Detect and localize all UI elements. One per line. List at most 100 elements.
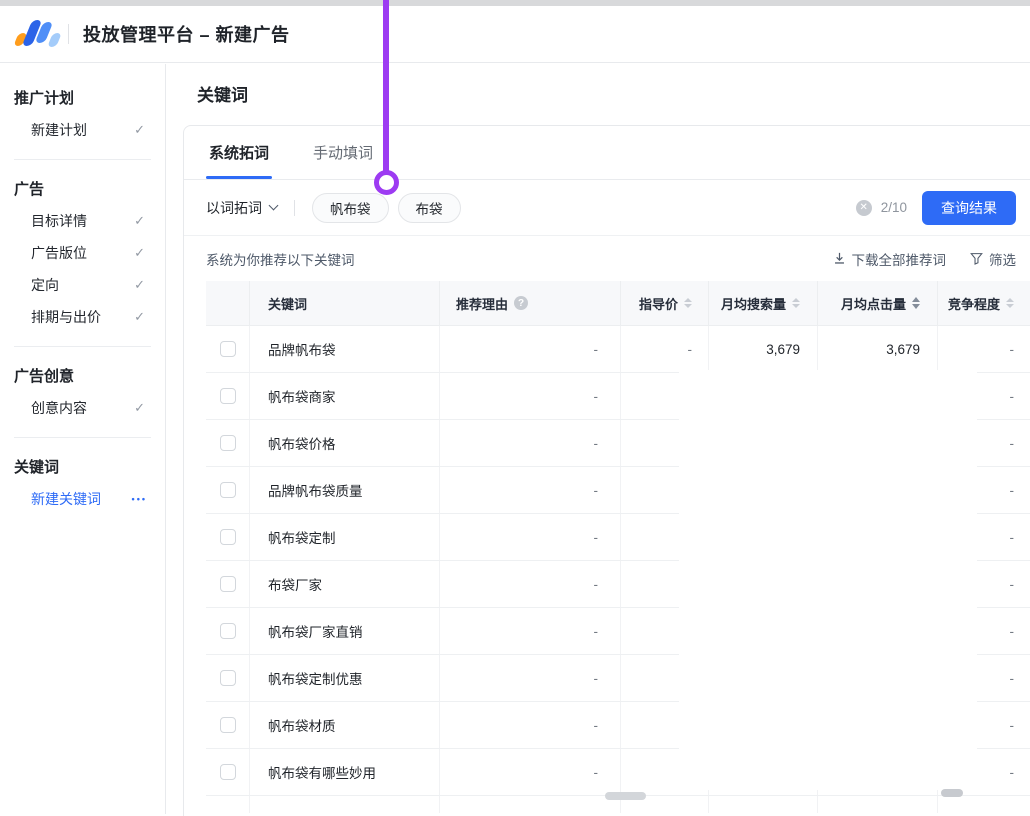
row-checkbox[interactable]	[220, 388, 236, 404]
more-dots-icon[interactable]: •••	[132, 494, 147, 504]
checkbox-cell	[206, 608, 250, 654]
sidebar-item-label: 目标详情	[31, 211, 87, 231]
row-checkbox[interactable]	[220, 717, 236, 733]
column-reason: 推荐理由 ?	[440, 281, 621, 325]
keyword-cell: 布袋厂家	[250, 561, 440, 607]
row-checkbox[interactable]	[220, 764, 236, 780]
sidebar-section-ad-creative: 广告创意	[14, 362, 151, 392]
keyword-cell: 帆布袋定制优惠	[250, 655, 440, 701]
header-divider	[68, 24, 69, 44]
download-all-link[interactable]: 下载全部推荐词	[833, 249, 947, 269]
sidebar-item-target-details[interactable]: 目标详情 ✓	[14, 205, 151, 237]
sidebar-item-new-keyword[interactable]: 新建关键词 •••	[14, 483, 151, 515]
expand-mode-label: 以词拓词	[206, 198, 262, 218]
sort-icon[interactable]	[684, 298, 692, 308]
filter-link[interactable]: 筛选	[970, 249, 1016, 269]
keyword-cell: 帆布袋厂家直销	[250, 608, 440, 654]
column-reason-label: 推荐理由	[456, 294, 508, 313]
checkbox-cell	[206, 702, 250, 748]
keyword-cell: 帆布袋价格	[250, 420, 440, 466]
table-header-row: 关键词 推荐理由 ? 指导价 月均搜索量 月均点击量 竞争程度	[206, 281, 1030, 326]
keyword-cell: 帆布袋材质	[250, 702, 440, 748]
reason-cell: -	[440, 373, 621, 419]
horizontal-scrollbar-thumb[interactable]	[605, 792, 646, 800]
help-icon[interactable]: ?	[514, 296, 528, 310]
row-checkbox[interactable]	[220, 670, 236, 686]
sidebar-item-schedule-bid[interactable]: 排期与出价 ✓	[14, 301, 151, 333]
reason-cell: -	[440, 702, 621, 748]
reason-cell: -	[440, 561, 621, 607]
reason-cell: -	[440, 514, 621, 560]
check-icon: ✓	[134, 122, 145, 138]
download-icon	[833, 252, 846, 265]
sidebar-item-label: 新建关键词	[31, 489, 101, 509]
app-header: 投放管理平台 – 新建广告	[0, 6, 1030, 63]
keyword-cell: 帆布袋商家	[250, 373, 440, 419]
checkbox-cell	[206, 373, 250, 419]
toolbar-divider	[294, 200, 295, 216]
sidebar-item-targeting[interactable]: 定向 ✓	[14, 269, 151, 301]
chevron-down-icon	[269, 201, 279, 211]
download-label: 下载全部推荐词	[852, 249, 947, 269]
sidebar-item-label: 定向	[31, 275, 59, 295]
checkbox-cell	[206, 514, 250, 560]
row-checkbox[interactable]	[220, 623, 236, 639]
checkbox-cell	[206, 467, 250, 513]
sidebar-item-ad-placement[interactable]: 广告版位 ✓	[14, 237, 151, 269]
reason-cell: -	[440, 326, 621, 372]
query-results-button[interactable]: 查询结果	[922, 191, 1016, 225]
sidebar-item-new-plan[interactable]: 新建计划 ✓	[14, 114, 151, 146]
check-icon: ✓	[134, 309, 145, 325]
keyword-tag-cloth-bag[interactable]: 布袋	[398, 193, 461, 223]
row-checkbox[interactable]	[220, 341, 236, 357]
filter-label: 筛选	[989, 249, 1016, 269]
expand-mode-dropdown[interactable]: 以词拓词	[206, 198, 277, 218]
keyword-tag-canvas-bag[interactable]: 帆布袋	[312, 193, 389, 223]
funnel-icon	[970, 252, 983, 265]
tag-usage-count: 2/10	[881, 200, 907, 215]
checkbox-cell	[206, 326, 250, 372]
tab-manual-fill[interactable]: 手动填词	[310, 142, 376, 179]
sidebar-section-promotion-plan: 推广计划	[14, 84, 151, 114]
keyword-cell: 品牌帆布袋	[250, 326, 440, 372]
sidebar-item-label: 广告版位	[31, 243, 87, 263]
tab-system-expand[interactable]: 系统拓词	[206, 142, 272, 179]
sidebar-item-label: 排期与出价	[31, 307, 101, 327]
sidebar-divider	[14, 346, 151, 347]
column-monthly-search: 月均搜索量	[709, 281, 818, 325]
row-checkbox[interactable]	[220, 482, 236, 498]
sort-icon[interactable]	[1006, 298, 1014, 308]
annotation-pointer-line	[383, 0, 389, 172]
sort-icon[interactable]	[792, 298, 800, 308]
sidebar-item-label: 新建计划	[31, 120, 87, 140]
sidebar-divider	[14, 159, 151, 160]
check-icon: ✓	[134, 400, 145, 416]
sort-icon-active[interactable]	[912, 297, 920, 309]
row-checkbox[interactable]	[220, 435, 236, 451]
keyword-cell: 帆布袋有哪些妙用	[250, 749, 440, 795]
keyword-cell: 帆布袋定制	[250, 514, 440, 560]
column-competition-label: 竞争程度	[948, 294, 1000, 313]
sidebar-item-label: 创意内容	[31, 398, 87, 418]
reason-cell: -	[440, 655, 621, 701]
row-checkbox[interactable]	[220, 576, 236, 592]
sidebar-section-ad: 广告	[14, 175, 151, 205]
reason-cell: -	[440, 749, 621, 795]
clear-all-icon[interactable]: ✕	[856, 200, 872, 216]
checkbox-cell	[206, 420, 250, 466]
app-logo-icon	[14, 20, 60, 48]
keyword-toolbar: 以词拓词 帆布袋 布袋 ✕ 2/10 查询结果	[184, 180, 1030, 236]
keyword-cell: 品牌帆布袋质量	[250, 467, 440, 513]
sidebar-item-creative-content[interactable]: 创意内容 ✓	[14, 392, 151, 424]
sidebar-section-keywords: 关键词	[14, 453, 151, 483]
checkbox-cell	[206, 561, 250, 607]
horizontal-scrollbar-thumb[interactable]	[941, 789, 963, 797]
reason-cell: -	[440, 420, 621, 466]
check-icon: ✓	[134, 213, 145, 229]
row-checkbox[interactable]	[220, 529, 236, 545]
column-monthly-click: 月均点击量	[818, 281, 938, 325]
checkbox-cell	[206, 749, 250, 795]
column-competition: 竞争程度	[938, 281, 1030, 325]
table-row: 品牌帆布袋 - - 3,679 3,679 -	[206, 326, 1030, 373]
competition-cell: -	[938, 326, 1030, 372]
